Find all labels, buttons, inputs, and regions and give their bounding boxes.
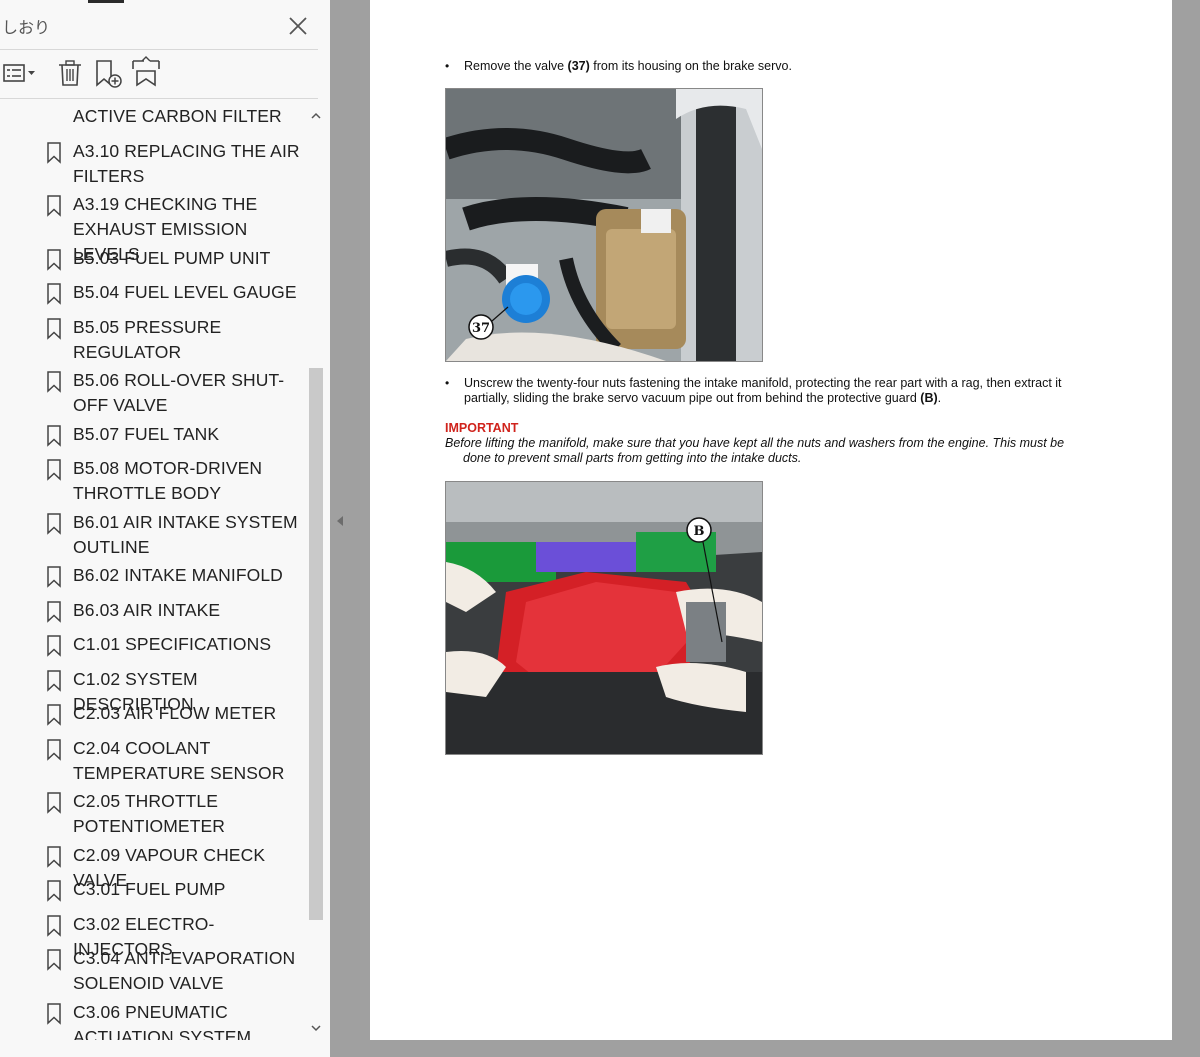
bookmark-icon <box>47 1002 61 1025</box>
bookmark-icon <box>47 195 61 217</box>
bookmark-item[interactable]: B5.05 PRESSURE REGULATOR <box>0 315 306 365</box>
bookmark-item[interactable]: C2.04 COOLANT TEMPERATURE SENSOR <box>0 736 306 786</box>
trash-icon[interactable] <box>57 55 83 91</box>
bookmark-find-icon[interactable] <box>130 55 162 91</box>
bullet: • <box>445 59 450 73</box>
bookmark-item[interactable]: A3.19 CHECKING THE EXHAUST EMISSION LEVE… <box>0 192 306 264</box>
bookmark-list: ACTIVE CARBON FILTER A3.10 REPLACING THE … <box>0 100 306 1040</box>
brake-servo-valve-photo: 37 <box>445 88 763 362</box>
bookmark-label: C3.04 ANTI-EVAPORATION SOLENOID VALVE <box>73 948 296 993</box>
bookmark-label: A3.10 REPLACING THE AIR FILTERS <box>73 140 300 186</box>
bookmark-icon <box>47 248 61 271</box>
list-options-icon[interactable] <box>2 55 38 91</box>
bookmark-label: B6.01 AIR INTAKE SYSTEM OUTLINE <box>73 511 298 557</box>
bookmark-item[interactable]: C3.02 ELECTRO-INJECTORS <box>0 912 306 959</box>
bookmark-icon <box>47 914 61 937</box>
bookmark-label: C3.06 PNEUMATIC ACTUATION SYSTEM <box>73 1001 252 1041</box>
bookmark-item[interactable]: A3.10 REPLACING THE AIR FILTERS <box>0 139 306 189</box>
bookmark-icon <box>47 566 61 588</box>
bookmark-item[interactable]: B5.03 FUEL PUMP UNIT <box>0 246 306 271</box>
bookmark-icon <box>47 880 61 902</box>
bookmark-item[interactable]: C1.02 SYSTEM DESCRIPTION <box>0 667 306 714</box>
bookmark-icon <box>47 792 61 814</box>
intake-manifold-photo: B <box>445 481 763 755</box>
bookmark-add-icon[interactable] <box>93 55 123 91</box>
bookmark-icon <box>47 371 61 393</box>
document-background <box>330 1040 1200 1057</box>
bookmark-item[interactable]: ACTIVE CARBON FILTER <box>0 104 306 129</box>
bookmark-icon <box>47 141 61 164</box>
bookmark-label: B5.05 PRESSURE REGULATOR <box>73 316 222 362</box>
bookmark-item[interactable]: B6.01 AIR INTAKE SYSTEM OUTLINE <box>0 510 306 560</box>
bullet: • <box>445 376 450 390</box>
photo-callout-37: 37 <box>472 321 490 336</box>
panel-title: しおり <box>2 20 51 37</box>
bookmark-item[interactable]: C1.01 SPECIFICATIONS <box>0 632 306 657</box>
bookmark-item[interactable]: B5.04 FUEL LEVEL GAUGE <box>0 280 306 305</box>
bookmark-label: B5.03 FUEL PUMP UNIT <box>73 247 271 268</box>
bookmark-item[interactable]: B5.08 MOTOR-DRIVEN THROTTLE BODY <box>0 456 306 506</box>
bookmark-icon <box>47 845 61 868</box>
bookmark-item[interactable]: B5.07 FUEL TANK <box>0 422 306 447</box>
bookmark-icon <box>47 283 61 305</box>
bookmark-label: C2.03 AIR FLOW METER <box>73 703 277 723</box>
close-icon[interactable] <box>284 12 312 40</box>
bookmarks-panel: しおり ACTIVE CARBON FILTER A3.10 REPLACING… <box>0 0 330 1057</box>
panel-header: しおり <box>0 0 330 50</box>
bookmark-label: B6.03 AIR INTAKE <box>73 599 221 620</box>
bookmark-label: C3.01 FUEL PUMP <box>73 879 226 899</box>
bookmark-icon <box>47 738 61 761</box>
bookmark-item[interactable]: C2.03 AIR FLOW METER <box>0 701 306 726</box>
bookmark-scrollbar[interactable] <box>306 104 326 1040</box>
bookmark-icon <box>47 424 61 447</box>
bookmarks-toolbar <box>0 55 330 95</box>
divider <box>0 98 318 99</box>
bookmark-icon <box>47 669 61 692</box>
bookmark-icon <box>47 459 61 481</box>
bookmark-item[interactable]: B6.03 AIR INTAKE <box>0 598 306 623</box>
important-label: IMPORTANT <box>445 421 519 435</box>
bookmark-label: B5.08 MOTOR-DRIVEN THROTTLE BODY <box>73 458 263 503</box>
bookmark-label: C2.05 THROTTLE POTENTIOMETER <box>73 791 225 836</box>
bookmark-item[interactable]: C3.06 PNEUMATIC ACTUATION SYSTEM <box>0 1000 306 1041</box>
step-unscrew-nuts: Unscrew the twenty-four nuts fastening t… <box>464 376 1062 405</box>
bookmark-item[interactable]: C3.04 ANTI-EVAPORATION SOLENOID VALVE <box>0 946 306 996</box>
bookmark-icon <box>47 600 61 623</box>
step-remove-valve: Remove the valve (37) from its housing o… <box>464 59 792 73</box>
bookmark-item[interactable]: B6.02 INTAKE MANIFOLD <box>0 563 306 588</box>
bookmark-label: ACTIVE CARBON FILTER <box>73 106 282 126</box>
document-page: • Remove the valve (37) from its housing… <box>370 0 1172 1040</box>
bookmark-item[interactable]: C3.01 FUEL PUMP <box>0 877 306 902</box>
bookmark-item[interactable]: C2.09 VAPOUR CHECK VALVE <box>0 843 306 890</box>
divider <box>0 49 318 50</box>
bookmark-label: B5.07 FUEL TANK <box>73 423 220 444</box>
bookmark-label: B5.06 ROLL-OVER SHUT-OFF VALVE <box>73 370 285 415</box>
bookmark-icon <box>47 635 61 657</box>
bookmark-label: C1.01 SPECIFICATIONS <box>73 634 272 654</box>
bookmark-label: C2.04 COOLANT TEMPERATURE SENSOR <box>73 737 285 783</box>
bookmark-label: B5.04 FUEL LEVEL GAUGE <box>73 282 297 302</box>
bookmark-icon <box>47 317 61 340</box>
bookmark-item[interactable]: B5.06 ROLL-OVER SHUT-OFF VALVE <box>0 368 306 418</box>
scroll-up-icon[interactable] <box>306 106 326 126</box>
bookmark-icon <box>47 949 61 971</box>
document-background <box>1172 0 1200 1057</box>
bookmark-label: B6.02 INTAKE MANIFOLD <box>73 565 283 585</box>
collapse-panel-icon[interactable] <box>334 512 346 530</box>
bookmark-icon <box>47 512 61 535</box>
scroll-down-icon[interactable] <box>306 1018 326 1038</box>
important-note: Before lifting the manifold, make sure t… <box>445 436 1065 465</box>
photo-callout-b: B <box>694 524 705 539</box>
bookmark-item[interactable]: C2.05 THROTTLE POTENTIOMETER <box>0 789 306 839</box>
bookmark-icon <box>47 704 61 726</box>
scroll-thumb[interactable] <box>309 368 323 920</box>
